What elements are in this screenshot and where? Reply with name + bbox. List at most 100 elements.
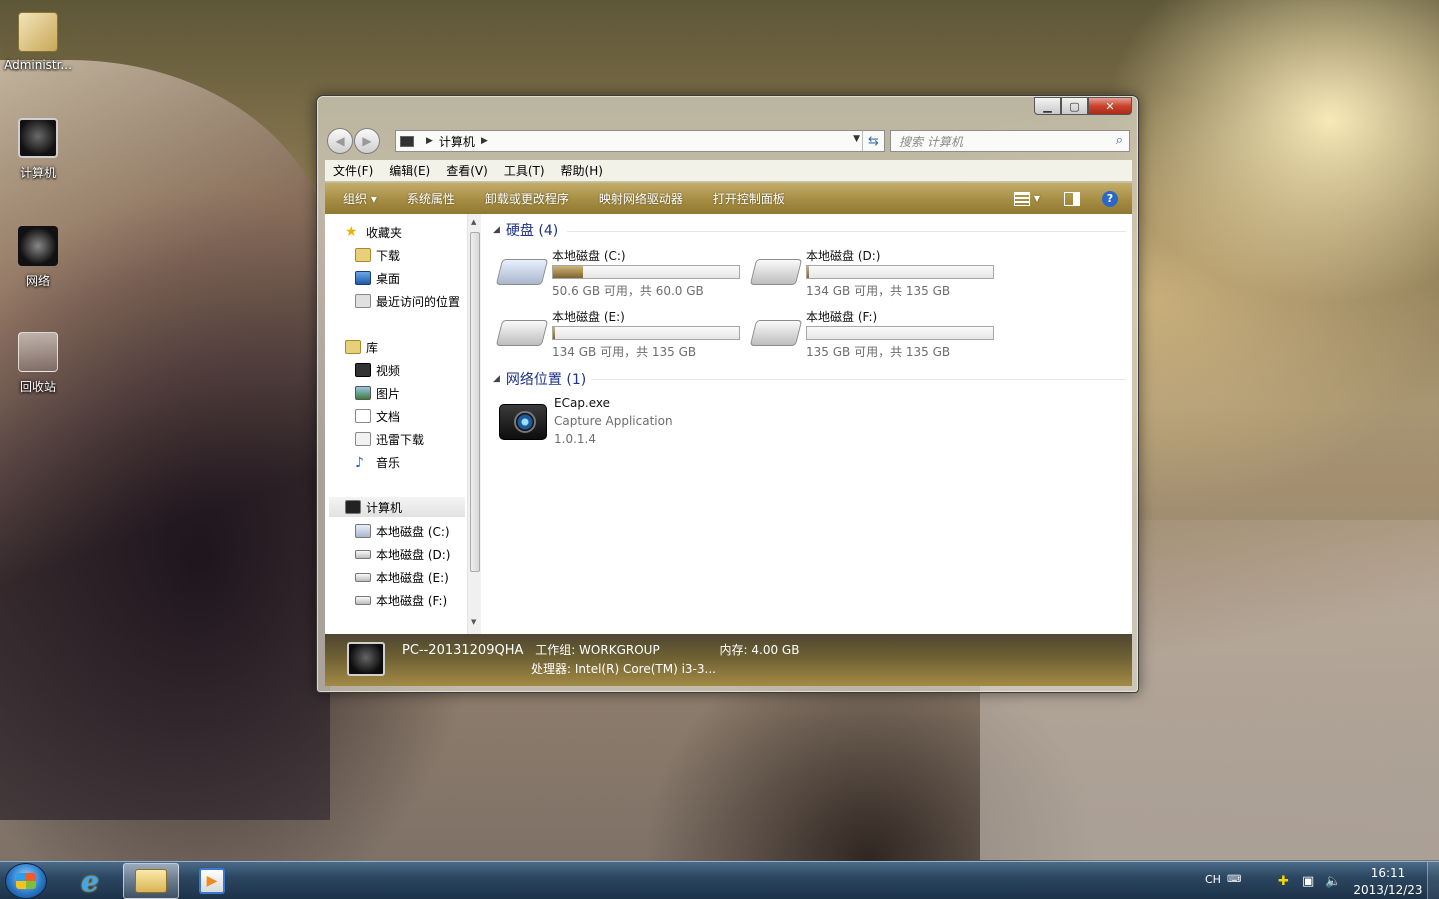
network-status-icon[interactable]: ▣	[1302, 874, 1314, 889]
scroll-up-icon[interactable]: ▲	[471, 218, 476, 226]
back-button[interactable]: ◀	[327, 128, 353, 154]
scroll-thumb[interactable]	[470, 232, 480, 572]
navigation-pane: ★ 收藏夹 下载 桌面 最近访问的位置 库 视频 图片 文档 迅雷下载 ♪ 音乐…	[325, 214, 481, 634]
drive-icon	[355, 572, 371, 582]
group-network-locations[interactable]: ◢ 网络位置 (1)	[493, 369, 586, 389]
nav-pictures[interactable]: 图片	[355, 383, 400, 403]
address-dropdown-icon[interactable]: ▼	[853, 134, 860, 144]
nav-downloads[interactable]: 下载	[355, 245, 400, 265]
start-button[interactable]	[5, 863, 47, 899]
nav-libraries[interactable]: 库	[345, 337, 378, 357]
help-icon[interactable]: ?	[1102, 190, 1118, 207]
collapse-triangle-icon[interactable]: ◢	[493, 225, 500, 235]
desktop-icon-computer[interactable]: 计算机	[1, 118, 75, 181]
nav-label: 音乐	[376, 455, 401, 470]
search-input[interactable]: 搜索 计算机 ⌕	[890, 130, 1130, 152]
collapse-triangle-icon[interactable]: ◢	[493, 374, 500, 384]
taskbar-explorer[interactable]	[123, 863, 179, 899]
explorer-window: ▁ ▢ ✕ ◀ ▶ ▶ 计算机 ▶ ▼ ⇆ 搜索 计算机 ⌕ 文件(F) 编辑(…	[316, 95, 1139, 693]
item-name: ECap.exe	[554, 396, 611, 410]
group-title: 硬盘 (4)	[505, 223, 559, 239]
view-dropdown-icon[interactable]: ▼	[1034, 194, 1040, 203]
taskbar: e ▶ CH ⌨ ✚ ▣ 🔈 16:11 2013/12/23	[0, 861, 1439, 899]
recent-places-icon	[355, 294, 371, 308]
details-pane: PC--20131209QHA 工作组: WORKGROUP 内存: 4.00 …	[325, 634, 1132, 686]
nav-scrollbar[interactable]: ▲ ▼	[467, 214, 481, 634]
menu-edit[interactable]: 编辑(E)	[389, 162, 430, 179]
maximize-button[interactable]: ▢	[1061, 97, 1088, 115]
nav-label: 图片	[376, 386, 401, 401]
open-control-panel-button[interactable]: 打开控制面板	[713, 190, 785, 207]
drive-name: 本地磁盘 (F:)	[806, 310, 878, 324]
nav-drive-f[interactable]: 本地磁盘 (F:)	[355, 590, 447, 610]
security-shield-icon[interactable]: ✚	[1278, 874, 1289, 889]
drive-d[interactable]: 本地磁盘 (D:) 134 GB 可用，共 135 GB	[745, 247, 995, 303]
nav-favorites[interactable]: ★ 收藏夹	[345, 222, 402, 242]
nav-drive-e[interactable]: 本地磁盘 (E:)	[355, 567, 449, 587]
minimize-button[interactable]: ▁	[1034, 97, 1061, 115]
preview-pane-icon[interactable]	[1064, 191, 1080, 206]
nav-computer[interactable]: 计算机	[329, 497, 465, 517]
group-hard-disks[interactable]: ◢ 硬盘 (4)	[493, 220, 558, 240]
drive-e[interactable]: 本地磁盘 (E:) 134 GB 可用，共 135 GB	[491, 308, 741, 364]
map-network-drive-button[interactable]: 映射网络驱动器	[599, 190, 683, 207]
clock-time: 16:11	[1370, 866, 1406, 880]
nav-recent-places[interactable]: 最近访问的位置	[355, 291, 460, 311]
refresh-icon[interactable]: ⇆	[862, 131, 884, 151]
nav-thunder-downloads[interactable]: 迅雷下载	[355, 429, 424, 449]
show-desktop-button[interactable]	[1427, 862, 1439, 899]
drive-usage-bar	[552, 265, 740, 279]
address-bar[interactable]: ▶ 计算机 ▶ ▼ ⇆	[395, 130, 885, 152]
group-title: 网络位置 (1)	[505, 372, 587, 388]
drive-size: 134 GB 可用，共 135 GB	[806, 284, 951, 298]
item-description: Capture Application	[554, 414, 673, 428]
menu-tools[interactable]: 工具(T)	[504, 162, 545, 179]
system-properties-button[interactable]: 系统属性	[407, 190, 455, 207]
nav-desktop[interactable]: 桌面	[355, 268, 400, 288]
nav-label: 计算机	[366, 500, 403, 515]
nav-label: 库	[366, 340, 379, 355]
menu-file[interactable]: 文件(F)	[333, 162, 373, 179]
menu-view[interactable]: 查看(V)	[446, 162, 488, 179]
taskbar-media-player[interactable]: ▶	[184, 863, 240, 899]
desktop-icon-label: 计算机	[19, 166, 56, 180]
pictures-icon	[355, 386, 371, 400]
menu-help[interactable]: 帮助(H)	[561, 162, 603, 179]
volume-icon[interactable]: 🔈	[1325, 874, 1341, 889]
nav-drive-c[interactable]: 本地磁盘 (C:)	[355, 521, 450, 541]
details-line-1: PC--20131209QHA 工作组: WORKGROUP 内存: 4.00 …	[402, 641, 799, 658]
uninstall-program-button[interactable]: 卸载或更改程序	[485, 190, 569, 207]
nav-documents[interactable]: 文档	[355, 406, 400, 426]
language-indicator[interactable]: CH	[1205, 873, 1221, 886]
window-controls: ▁ ▢ ✕	[1034, 97, 1132, 115]
change-view-icon[interactable]	[1013, 191, 1030, 206]
keyboard-icon[interactable]: ⌨	[1227, 874, 1241, 885]
scroll-down-icon[interactable]: ▼	[471, 618, 476, 626]
user-folder-icon	[18, 12, 58, 52]
forward-button[interactable]: ▶	[354, 128, 380, 154]
system-clock[interactable]: 16:11 2013/12/23	[1350, 865, 1426, 899]
drive-c[interactable]: 本地磁盘 (C:) 50.6 GB 可用，共 60.0 GB	[491, 247, 741, 303]
star-icon: ★	[345, 224, 358, 240]
desktop-icon-network[interactable]: 网络	[1, 226, 75, 289]
breadcrumb-computer[interactable]: 计算机	[439, 133, 475, 150]
nav-label: 本地磁盘 (C:)	[376, 524, 450, 539]
drive-usage-fill	[553, 266, 583, 278]
desktop-icon-label: Administr...	[4, 58, 72, 72]
taskbar-internet-explorer[interactable]: e	[62, 863, 118, 899]
close-button[interactable]: ✕	[1088, 97, 1132, 115]
drive-f[interactable]: 本地磁盘 (F:) 135 GB 可用，共 135 GB	[745, 308, 995, 364]
breadcrumb-chevron-icon[interactable]: ▶	[481, 136, 488, 146]
search-icon[interactable]: ⌕	[1116, 133, 1123, 148]
desktop-icon-user-folder[interactable]: Administr...	[1, 12, 75, 72]
nav-drive-d[interactable]: 本地磁盘 (D:)	[355, 544, 450, 564]
organize-button[interactable]: 组织 ▾	[343, 190, 377, 207]
nav-music[interactable]: ♪ 音乐	[355, 452, 400, 472]
windows-logo-icon	[16, 873, 36, 889]
desktop-icon-recycle-bin[interactable]: 回收站	[1, 332, 75, 395]
forward-arrow-icon: ▶	[362, 134, 372, 148]
nav-videos[interactable]: 视频	[355, 360, 400, 380]
breadcrumb-chevron-icon[interactable]: ▶	[426, 136, 433, 146]
thunder-download-icon	[355, 432, 371, 446]
ecap-item[interactable]: ECap.exe Capture Application 1.0.1.4	[491, 396, 751, 456]
